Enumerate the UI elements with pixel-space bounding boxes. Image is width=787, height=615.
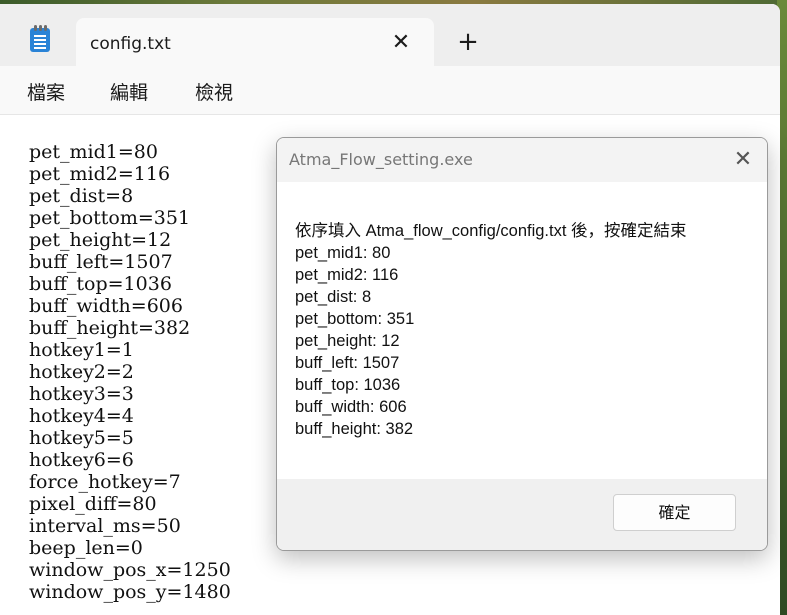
dialog-message: 依序填入 Atma_flow_config/config.txt 後，按確定結束… [295,220,687,440]
editor-line: force_hotkey=7 [29,471,181,493]
new-tab-button[interactable]: + [454,28,482,56]
editor-line: hotkey4=4 [29,405,134,427]
editor-line: window_pos_x=1250 [29,559,231,581]
editor-line: beep_len=0 [29,537,143,559]
editor-line: hotkey3=3 [29,383,134,405]
editor-line: pet_height=12 [29,229,172,251]
dialog-message-line: 依序填入 Atma_flow_config/config.txt 後，按確定結束 [295,222,687,240]
editor-line: hotkey6=6 [29,449,134,471]
editor-line: window_pos_y=1480 [29,581,231,603]
editor-line: pixel_diff=80 [29,493,157,515]
dialog-message-line: pet_mid1: 80 [295,244,391,262]
dialog-title-bar: Atma_Flow_setting.exe ✕ [277,138,767,182]
editor-line: interval_ms=50 [29,515,181,537]
editor-line: hotkey5=5 [29,427,134,449]
dialog-message-line: buff_width: 606 [295,398,407,416]
tab-title: config.txt [90,34,171,54]
dialog-message-line: buff_height: 382 [295,420,414,438]
menu-edit[interactable]: 編輯 [110,78,148,105]
editor-line: pet_bottom=351 [29,207,191,229]
dialog-message-line: pet_dist: 8 [295,288,372,306]
editor-line: buff_top=1036 [29,273,172,295]
menu-view[interactable]: 檢視 [195,78,233,105]
editor-line: hotkey2=2 [29,361,134,383]
dialog-message-line: buff_left: 1507 [295,354,400,372]
tab-config-txt[interactable]: config.txt ✕ [76,18,434,70]
dialog-footer: 確定 [277,479,767,550]
dialog-message-line: pet_bottom: 351 [295,310,415,328]
ok-button[interactable]: 確定 [613,494,736,531]
editor-line: pet_mid1=80 [29,141,158,163]
dialog-title: Atma_Flow_setting.exe [289,150,473,169]
dialog-message-line: pet_mid2: 116 [295,266,399,284]
editor-line: buff_left=1507 [29,251,173,273]
editor-line: pet_dist=8 [29,185,134,207]
editor-text: pet_mid1=80 pet_mid2=116 pet_dist=8 pet_bot… [29,141,231,603]
menu-file[interactable]: 檔案 [27,78,65,105]
dialog-message-line: pet_height: 12 [295,332,400,350]
editor-line: hotkey1=1 [29,339,134,361]
dialog-message-line: buff_top: 1036 [295,376,401,394]
notepad-icon [30,25,50,52]
setting-dialog: Atma_Flow_setting.exe ✕ 依序填入 Atma_flow_c… [276,137,768,551]
tab-bar: config.txt ✕ + [0,4,780,70]
editor-line: pet_mid2=116 [29,163,171,185]
editor-line: buff_width=606 [29,295,183,317]
close-tab-icon[interactable]: ✕ [388,30,414,56]
editor-line: buff_height=382 [29,317,191,339]
menu-bar: 檔案 編輯 檢視 [0,66,780,115]
close-icon[interactable]: ✕ [729,146,757,174]
